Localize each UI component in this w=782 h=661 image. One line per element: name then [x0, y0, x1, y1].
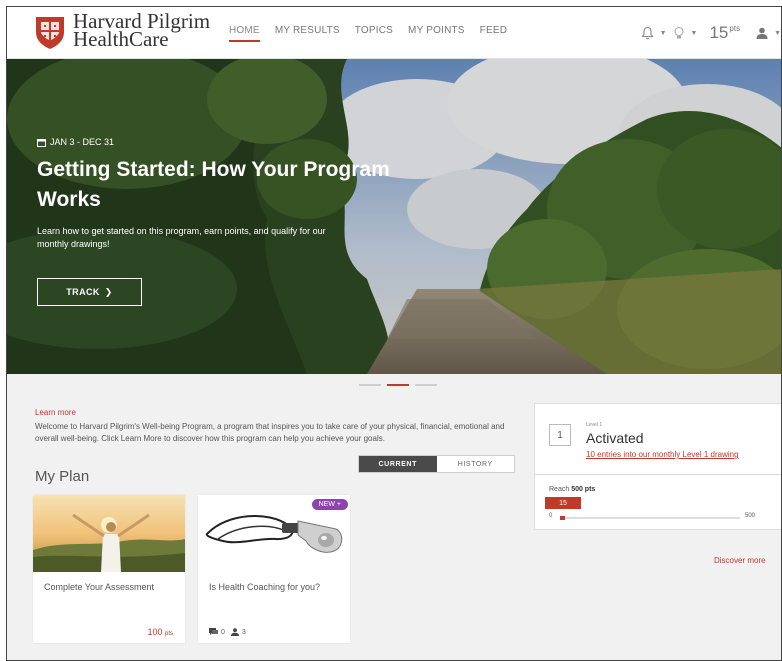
top-header: Harvard Pilgrim HealthCare HOME MY RESUL… [7, 7, 781, 59]
level-label: Level 1 [586, 422, 603, 428]
track-button-label: TRACK [66, 287, 100, 297]
new-badge: NEW + [311, 499, 348, 510]
level-name: Activated [586, 430, 644, 446]
card-image: NEW + [198, 495, 350, 572]
plan-card-assessment[interactable]: Complete Your Assessment 100 pts [33, 495, 185, 643]
calendar-icon [37, 138, 46, 147]
user-profile-icon[interactable] [756, 27, 768, 39]
reach-target: 500 pts [571, 486, 596, 493]
hero-title: Getting Started: How Your Program Works [37, 158, 390, 211]
plan-card-health-coaching[interactable]: NEW + Is Health Coaching for you? 0 3 [198, 495, 350, 643]
nav-my-results[interactable]: MY RESULTS [275, 25, 340, 42]
header-actions: ▼ ▼ 15pts ▼ [640, 21, 781, 45]
hero-date-text: JAN 3 - DEC 31 [50, 137, 115, 147]
comments-icon [209, 628, 218, 635]
notifications-bell-icon[interactable] [640, 26, 654, 40]
chevron-right-icon: ❯ [104, 286, 113, 297]
tab-history[interactable]: HISTORY [436, 456, 514, 472]
reach-prefix: Reach [549, 486, 570, 493]
track-button[interactable]: TRACK ❯ [37, 278, 142, 306]
brand-wordmark[interactable]: Harvard Pilgrim HealthCare [73, 11, 210, 50]
card-title: Complete Your Assessment [44, 582, 155, 592]
hero-background-image [7, 59, 781, 374]
hero-date-range: JAN 3 - DEC 31 [37, 137, 114, 147]
nav-my-points[interactable]: MY POINTS [408, 25, 465, 42]
chevron-down-icon[interactable]: ▼ [660, 30, 667, 37]
participants-icon [230, 628, 239, 636]
points-total[interactable]: 15pts [709, 23, 740, 43]
nav-topics[interactable]: TOPICS [355, 25, 393, 42]
chevron-down-icon[interactable]: ▼ [691, 30, 698, 37]
progress-bar [560, 516, 740, 520]
card-meta: 0 3 [209, 628, 246, 636]
points-value: 15 [709, 23, 729, 42]
hero-banner: JAN 3 - DEC 31 Getting Started: How Your… [7, 59, 781, 374]
hero-description: Learn how to get started on this program… [37, 226, 326, 249]
plus-icon: + [336, 501, 341, 508]
intro-text: Welcome to Harvard Pilgrim's Well-being … [35, 422, 505, 443]
plan-view-toggle: CURRENT HISTORY [358, 455, 515, 473]
card-title: Is Health Coaching for you? [209, 582, 321, 592]
carousel-dot-active[interactable] [387, 384, 409, 386]
carousel-pagination [359, 384, 437, 386]
card-points-value: 100 [147, 627, 163, 637]
tab-current[interactable]: CURRENT [359, 456, 437, 472]
nav-home[interactable]: HOME [229, 25, 260, 42]
progress-min: 0 [549, 513, 553, 519]
card-points: 100 pts [147, 627, 173, 637]
carousel-dot[interactable] [415, 384, 437, 386]
points-unit: pts [729, 24, 741, 33]
learn-more-link[interactable]: Learn more [35, 408, 76, 417]
brand-shield-logo[interactable] [33, 14, 67, 50]
reach-target-text: Reach 500 pts [549, 486, 595, 493]
current-points-flag: 15 [545, 497, 581, 509]
comments-count: 0 [221, 628, 225, 636]
my-plan-heading: My Plan [35, 468, 90, 485]
progress-max: 500 [745, 513, 756, 519]
discover-more-link[interactable]: Discover more [714, 556, 766, 565]
lightbulb-icon[interactable] [673, 26, 685, 40]
panel-divider [535, 474, 781, 475]
progress-bar-fill [560, 516, 566, 520]
level-reward-link[interactable]: 10 entries into our monthly Level 1 draw… [586, 450, 739, 459]
new-badge-label: NEW [318, 501, 335, 508]
level-number-box: 1 [549, 424, 571, 446]
carousel-dot[interactable] [359, 384, 381, 386]
chevron-down-icon[interactable]: ▼ [774, 30, 781, 37]
card-points-unit: pts [164, 631, 173, 637]
participants-count: 3 [241, 628, 246, 636]
level-progress-panel: 1 Level 1 Activated 10 entries into our … [534, 403, 781, 530]
nav-feed[interactable]: FEED [480, 25, 507, 42]
app-window: Harvard Pilgrim HealthCare HOME MY RESUL… [6, 6, 782, 661]
card-image [33, 495, 185, 572]
main-nav: HOME MY RESULTS TOPICS MY POINTS FEED [229, 25, 507, 42]
